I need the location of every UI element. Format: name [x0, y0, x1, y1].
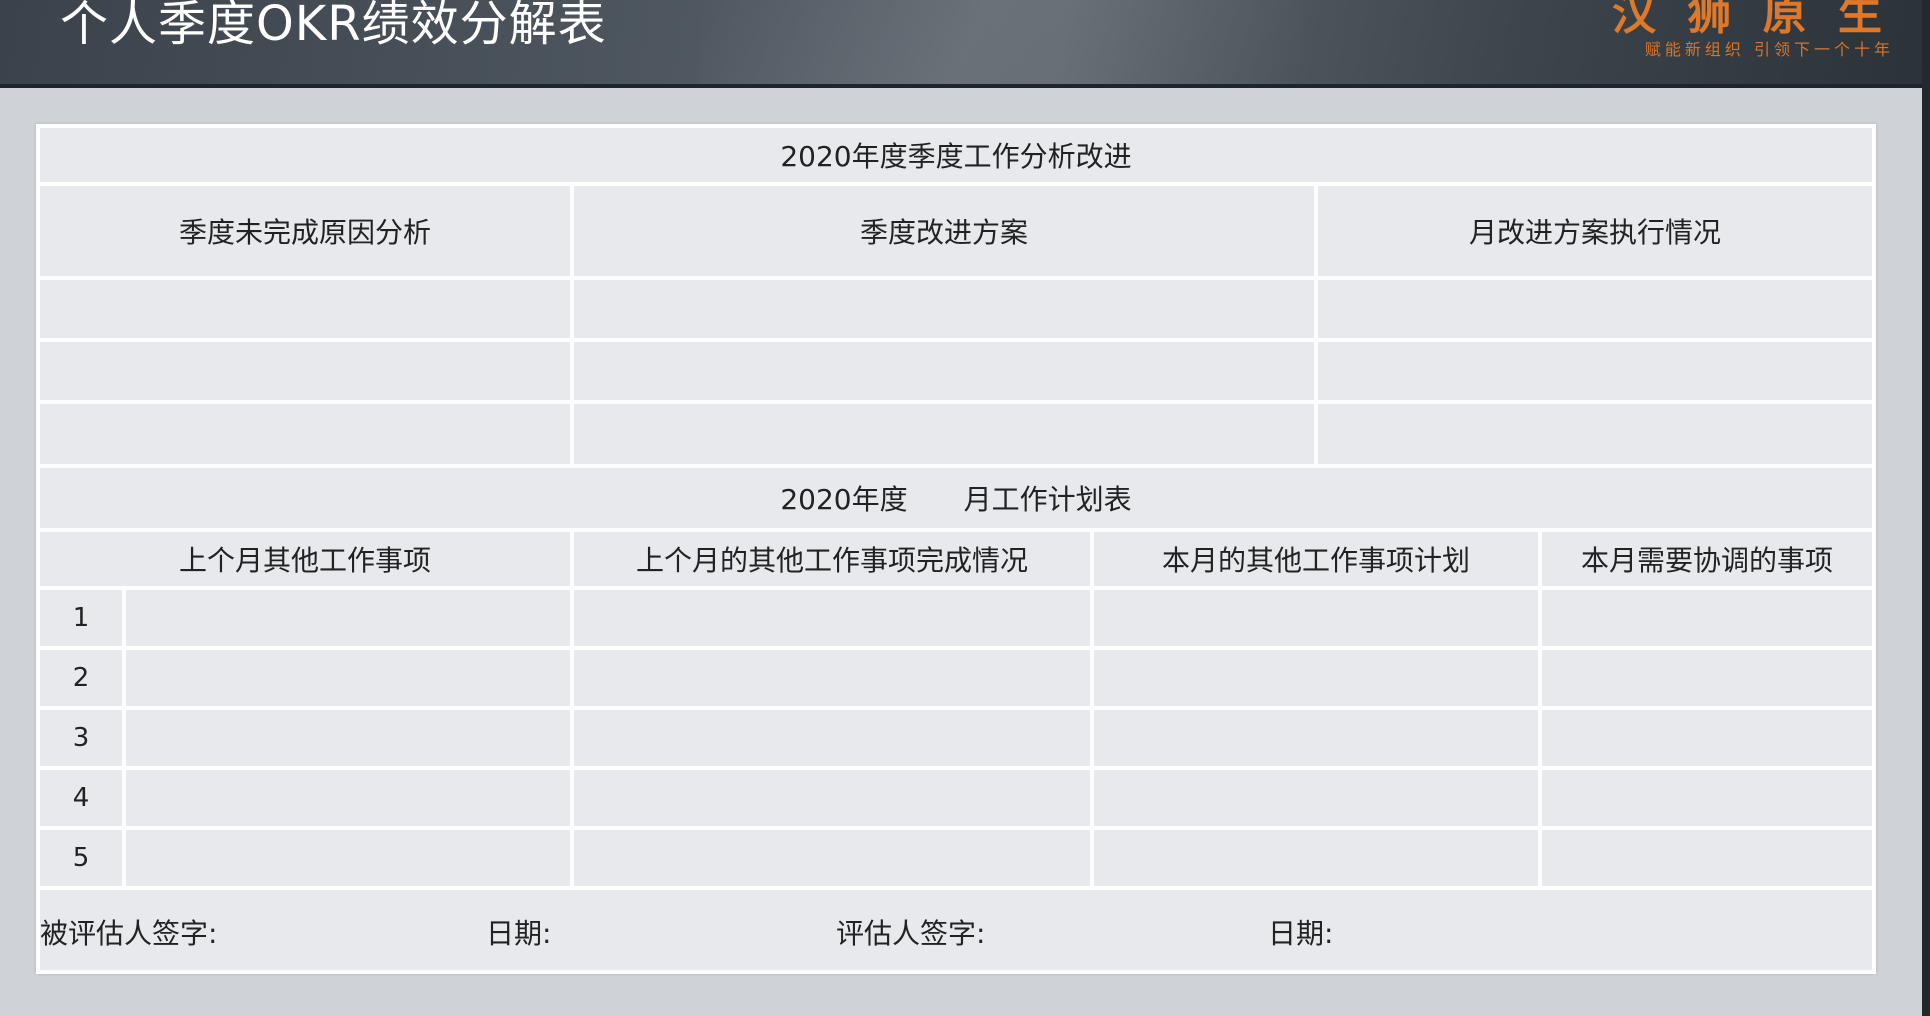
section1-title: 2020年度季度工作分析改进 — [40, 128, 1872, 182]
plan-cell[interactable] — [1542, 650, 1872, 706]
header-coordination-items: 本月需要协调的事项 — [1542, 532, 1872, 586]
appraiser-signature-label: 评估人签字: — [836, 917, 986, 950]
row-number: 2 — [40, 650, 122, 706]
row-number: 4 — [40, 770, 122, 826]
analysis-cell[interactable] — [40, 342, 570, 400]
analysis-cell[interactable] — [40, 280, 570, 338]
plan-cell[interactable] — [126, 710, 570, 766]
row-number: 5 — [40, 830, 122, 886]
plan-cell[interactable] — [126, 770, 570, 826]
row-number: 3 — [40, 710, 122, 766]
date-label-1: 日期: — [486, 917, 552, 950]
plan-cell[interactable] — [1542, 590, 1872, 646]
plan-cell[interactable] — [574, 710, 1090, 766]
page-title: 个人季度OKR绩效分解表 — [60, 0, 607, 52]
plan-cell[interactable] — [1094, 650, 1538, 706]
plan-cell[interactable] — [1094, 710, 1538, 766]
header-improvement-plan: 季度改进方案 — [574, 186, 1314, 276]
analysis-cell[interactable] — [1318, 404, 1872, 464]
plan-cell[interactable] — [1542, 710, 1872, 766]
header-banner: 个人季度OKR绩效分解表 汉 狮 原 生 赋能新组织 引领下一个十年 — [0, 0, 1930, 88]
appraisee-signature-label: 被评估人签字: — [40, 917, 218, 950]
row-number: 1 — [40, 590, 122, 646]
plan-cell[interactable] — [574, 590, 1090, 646]
banner-highlight — [700, 0, 1300, 88]
plan-cell[interactable] — [1094, 590, 1538, 646]
analysis-cell[interactable] — [574, 342, 1314, 400]
analysis-cell[interactable] — [574, 404, 1314, 464]
plan-cell[interactable] — [574, 770, 1090, 826]
date-label-2: 日期: — [1268, 917, 1334, 950]
header-last-month-completion: 上个月的其他工作事项完成情况 — [574, 532, 1090, 586]
plan-cell[interactable] — [126, 650, 570, 706]
analysis-cell[interactable] — [574, 280, 1314, 338]
plan-cell[interactable] — [574, 650, 1090, 706]
header-execution-status: 月改进方案执行情况 — [1318, 186, 1872, 276]
analysis-cell[interactable] — [1318, 342, 1872, 400]
banner-bottom-edge — [0, 84, 1930, 88]
plan-cell[interactable] — [1542, 770, 1872, 826]
analysis-cell[interactable] — [40, 404, 570, 464]
section2-title: 2020年度 月工作计划表 — [40, 468, 1872, 528]
plan-cell[interactable] — [126, 590, 570, 646]
plan-cell[interactable] — [1094, 770, 1538, 826]
plan-cell[interactable] — [126, 830, 570, 886]
header-this-month-plan: 本月的其他工作事项计划 — [1094, 532, 1538, 586]
analysis-cell[interactable] — [1318, 280, 1872, 338]
window-edge — [1922, 0, 1930, 1016]
plan-cell[interactable] — [1094, 830, 1538, 886]
header-last-month-items: 上个月其他工作事项 — [40, 532, 570, 586]
plan-cell[interactable] — [574, 830, 1090, 886]
brand-slogan: 赋能新组织 引领下一个十年 — [1644, 40, 1894, 59]
plan-cell[interactable] — [1542, 830, 1872, 886]
header-reason-analysis: 季度未完成原因分析 — [40, 186, 570, 276]
okr-table-sheet: 2020年度季度工作分析改进 季度未完成原因分析 季度改进方案 月改进方案执行情… — [36, 124, 1876, 974]
